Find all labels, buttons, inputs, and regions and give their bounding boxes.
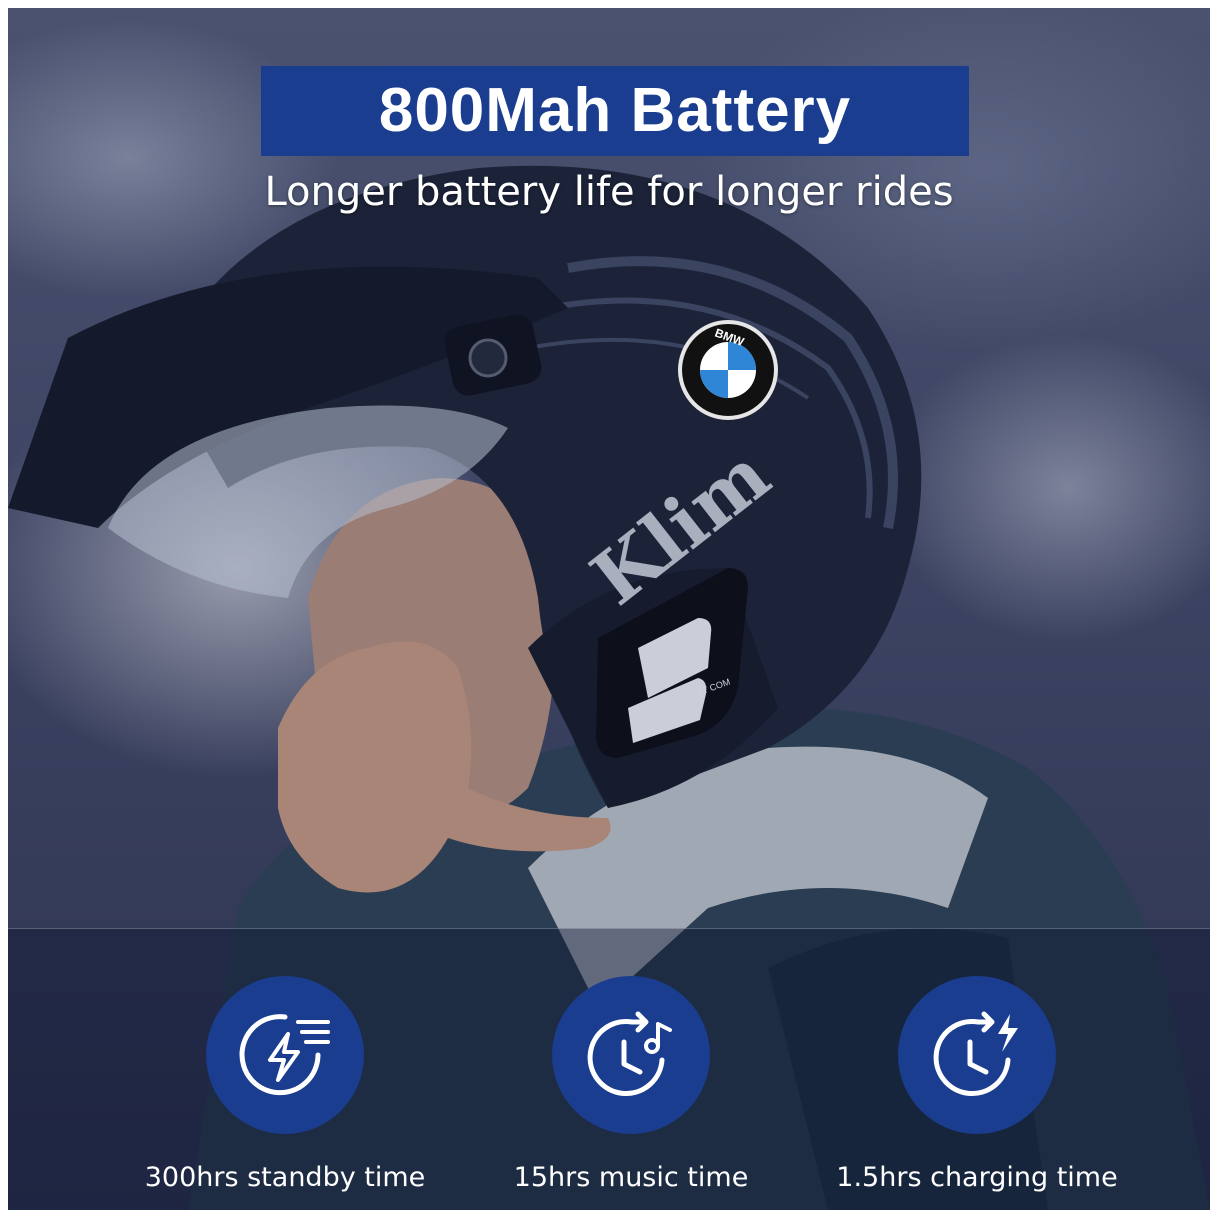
feature-icon-circle bbox=[552, 976, 710, 1134]
product-banner: Klim BMW ET COM 800Mah Battery Longer ba… bbox=[8, 8, 1210, 1210]
feature-icon-circle bbox=[898, 976, 1056, 1134]
feature-music: 15hrs music time bbox=[461, 976, 801, 1193]
feature-label: 300hrs standby time bbox=[144, 1162, 426, 1193]
title-banner: 800Mah Battery bbox=[261, 66, 969, 156]
page-title: 800Mah Battery bbox=[378, 76, 852, 145]
battery-charge-icon bbox=[239, 1014, 330, 1096]
feature-standby: 300hrs standby time bbox=[115, 976, 455, 1193]
timer-charging-icon bbox=[933, 1011, 1018, 1097]
page-subtitle: Longer battery life for longer rides bbox=[264, 169, 954, 215]
feature-icon-circle bbox=[206, 976, 364, 1134]
feature-label: 15hrs music time bbox=[513, 1162, 749, 1193]
feature-label: 1.5hrs charging time bbox=[836, 1162, 1118, 1193]
timer-music-icon bbox=[587, 1011, 672, 1097]
feature-charging: 1.5hrs charging time bbox=[807, 976, 1147, 1193]
